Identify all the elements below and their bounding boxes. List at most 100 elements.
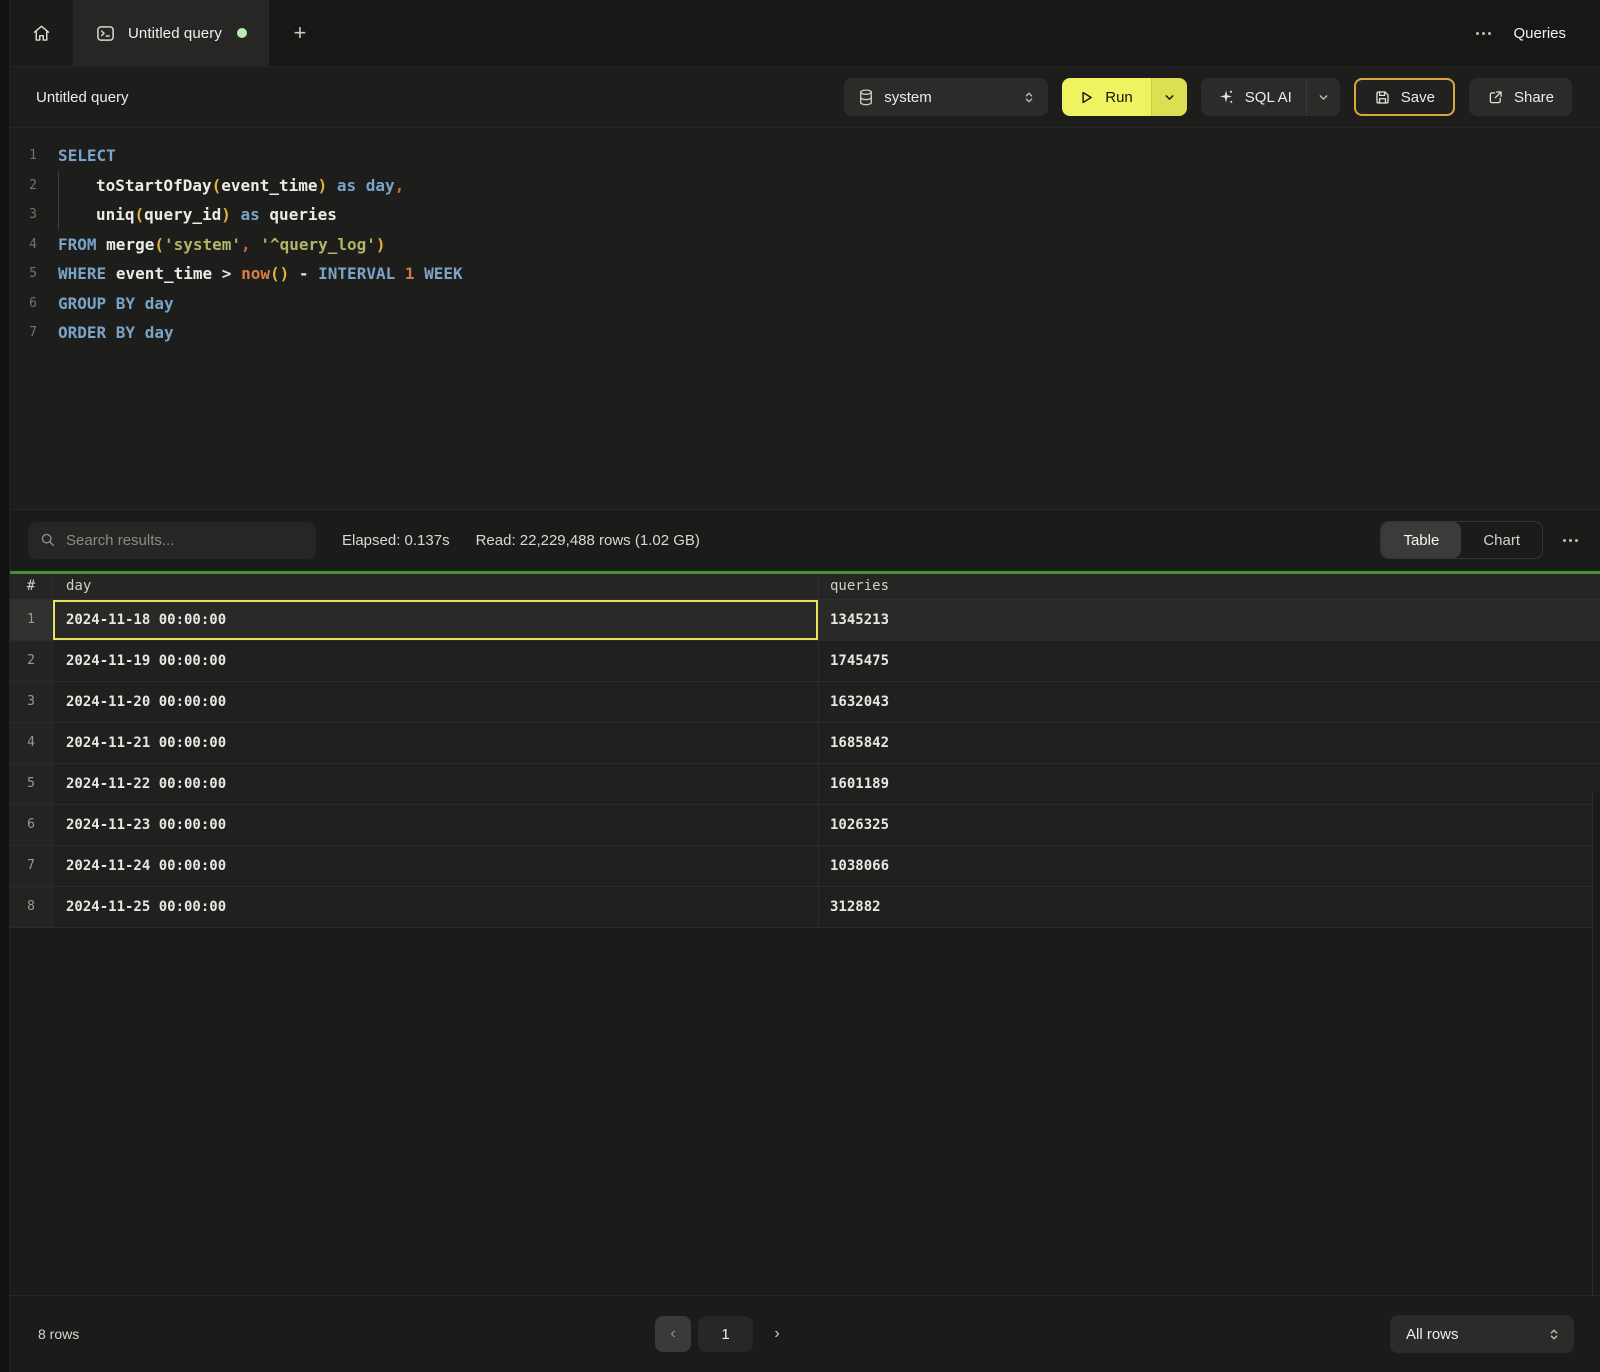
table-row[interactable]: 82024-11-25 00:00:00312882 (10, 887, 1600, 928)
day-cell[interactable]: 2024-11-25 00:00:00 (52, 887, 818, 927)
previous-page-button[interactable]: ‹ (655, 1316, 691, 1352)
code-token: now (241, 264, 270, 283)
more-dots-icon[interactable] (1474, 26, 1493, 41)
database-select[interactable]: system (844, 78, 1048, 116)
code-line[interactable]: 4FROM merge('system', '^query_log') (10, 230, 1600, 260)
code-token: merge (106, 235, 154, 254)
queries-cell[interactable]: 312882 (818, 887, 1600, 927)
queries-link[interactable]: Queries (1513, 25, 1566, 42)
search-results-input[interactable] (66, 532, 304, 549)
sql-editor[interactable]: 1SELECT2toStartOfDay(event_time) as day,… (10, 128, 1600, 509)
tab-table-view[interactable]: Table (1381, 522, 1461, 558)
day-cell[interactable]: 2024-11-23 00:00:00 (52, 805, 818, 845)
next-page-button[interactable]: › (760, 1316, 794, 1352)
table-row[interactable]: 52024-11-22 00:00:001601189 (10, 764, 1600, 805)
day-cell[interactable]: 2024-11-24 00:00:00 (52, 846, 818, 886)
tab-title: Untitled query (128, 25, 222, 42)
table-empty-area (10, 928, 1600, 1296)
table-row[interactable]: 62024-11-23 00:00:001026325 (10, 805, 1600, 846)
code-token: ( (154, 235, 164, 254)
sql-ai-label: SQL AI (1245, 89, 1292, 106)
queries-cell[interactable]: 1745475 (818, 641, 1600, 681)
code-line[interactable]: 3uniq(query_id) as queries (10, 200, 1600, 230)
ellipsis-icon[interactable] (1561, 533, 1580, 548)
new-tab-button[interactable]: + (269, 0, 331, 66)
home-button[interactable] (10, 0, 74, 66)
sql-ai-button[interactable]: SQL AI (1201, 78, 1340, 116)
code-line[interactable]: 1SELECT (10, 141, 1600, 171)
tab-chart-view[interactable]: Chart (1461, 522, 1542, 558)
table-scrollbar-gutter[interactable] (1592, 793, 1600, 1295)
share-button-label: Share (1514, 89, 1554, 106)
toolbar-right: Table Chart (1380, 521, 1580, 559)
day-cell[interactable]: 2024-11-20 00:00:00 (52, 682, 818, 722)
updown-chevron-icon (1547, 1327, 1561, 1342)
table-row[interactable]: 22024-11-19 00:00:001745475 (10, 641, 1600, 682)
queries-cell[interactable]: 1026325 (818, 805, 1600, 845)
run-button[interactable]: Run (1062, 78, 1151, 116)
run-options-button[interactable] (1151, 78, 1187, 116)
save-button[interactable]: Save (1354, 78, 1455, 116)
pagination: ‹ 1 › (655, 1296, 794, 1372)
page-title: Untitled query (36, 89, 129, 106)
code-token (260, 205, 270, 224)
page-size-value: All rows (1406, 1326, 1537, 1343)
row-index-cell: 6 (10, 805, 52, 845)
code-token: query_id (144, 205, 221, 224)
table-body: 12024-11-18 00:00:00134521322024-11-19 0… (10, 600, 1600, 928)
collapsed-sidebar-strip[interactable] (0, 0, 10, 1372)
code-token: event_time (116, 264, 212, 283)
updown-chevron-icon (1022, 90, 1036, 105)
column-header-queries[interactable]: queries (818, 574, 1600, 599)
day-cell[interactable]: 2024-11-18 00:00:00 (52, 600, 818, 640)
sql-ai-main: SQL AI (1201, 78, 1306, 116)
code-token (395, 264, 405, 283)
queries-cell[interactable]: 1632043 (818, 682, 1600, 722)
queries-cell[interactable]: 1038066 (818, 846, 1600, 886)
code-token: 1 (405, 264, 415, 283)
queries-cell[interactable]: 1685842 (818, 723, 1600, 763)
line-number: 3 (10, 207, 58, 222)
rows-count: 8 rows (38, 1326, 79, 1342)
queries-cell[interactable]: 1345213 (818, 600, 1600, 640)
unsaved-indicator-dot (237, 28, 247, 38)
code-line[interactable]: 5WHERE event_time > now() - INTERVAL 1 W… (10, 259, 1600, 289)
code-line[interactable]: 2toStartOfDay(event_time) as day, (10, 171, 1600, 201)
code-token: WHERE (58, 264, 106, 283)
table-row[interactable]: 32024-11-20 00:00:001632043 (10, 682, 1600, 723)
code-token: queries (269, 205, 336, 224)
code-token: '^query_log' (260, 235, 376, 254)
line-number: 7 (10, 325, 58, 340)
queries-cell[interactable]: 1601189 (818, 764, 1600, 804)
home-icon (31, 23, 52, 44)
code-lines: 1SELECT2toStartOfDay(event_time) as day,… (10, 141, 1600, 348)
code-token: () (270, 264, 289, 283)
code-token (231, 264, 241, 283)
search-results-box[interactable] (28, 522, 316, 559)
tab-untitled-query[interactable]: Untitled query (74, 0, 269, 66)
table-row[interactable]: 72024-11-24 00:00:001038066 (10, 846, 1600, 887)
day-cell[interactable]: 2024-11-22 00:00:00 (52, 764, 818, 804)
code-line[interactable]: 6GROUP BY day (10, 289, 1600, 319)
results-footer: 8 rows ‹ 1 › All rows (10, 1295, 1600, 1372)
terminal-icon (96, 24, 115, 43)
code-token (415, 264, 425, 283)
column-header-day[interactable]: day (52, 574, 818, 599)
current-page-button[interactable]: 1 (698, 1316, 753, 1352)
page-size-select[interactable]: All rows (1390, 1315, 1574, 1353)
table-row[interactable]: 42024-11-21 00:00:001685842 (10, 723, 1600, 764)
database-icon (858, 89, 874, 106)
code-line[interactable]: 7ORDER BY day (10, 318, 1600, 348)
tab-bar: Untitled query + Queries (10, 0, 1600, 66)
day-cell[interactable]: 2024-11-21 00:00:00 (52, 723, 818, 763)
code-token (289, 264, 299, 283)
sql-ai-options-button[interactable] (1306, 78, 1340, 116)
table-row[interactable]: 12024-11-18 00:00:001345213 (10, 600, 1600, 641)
column-header-index[interactable]: # (10, 574, 52, 599)
code-token (231, 205, 241, 224)
code-token: ) (376, 235, 386, 254)
code-token: - (299, 264, 309, 283)
line-number: 5 (10, 266, 58, 281)
day-cell[interactable]: 2024-11-19 00:00:00 (52, 641, 818, 681)
share-button[interactable]: Share (1469, 78, 1572, 116)
